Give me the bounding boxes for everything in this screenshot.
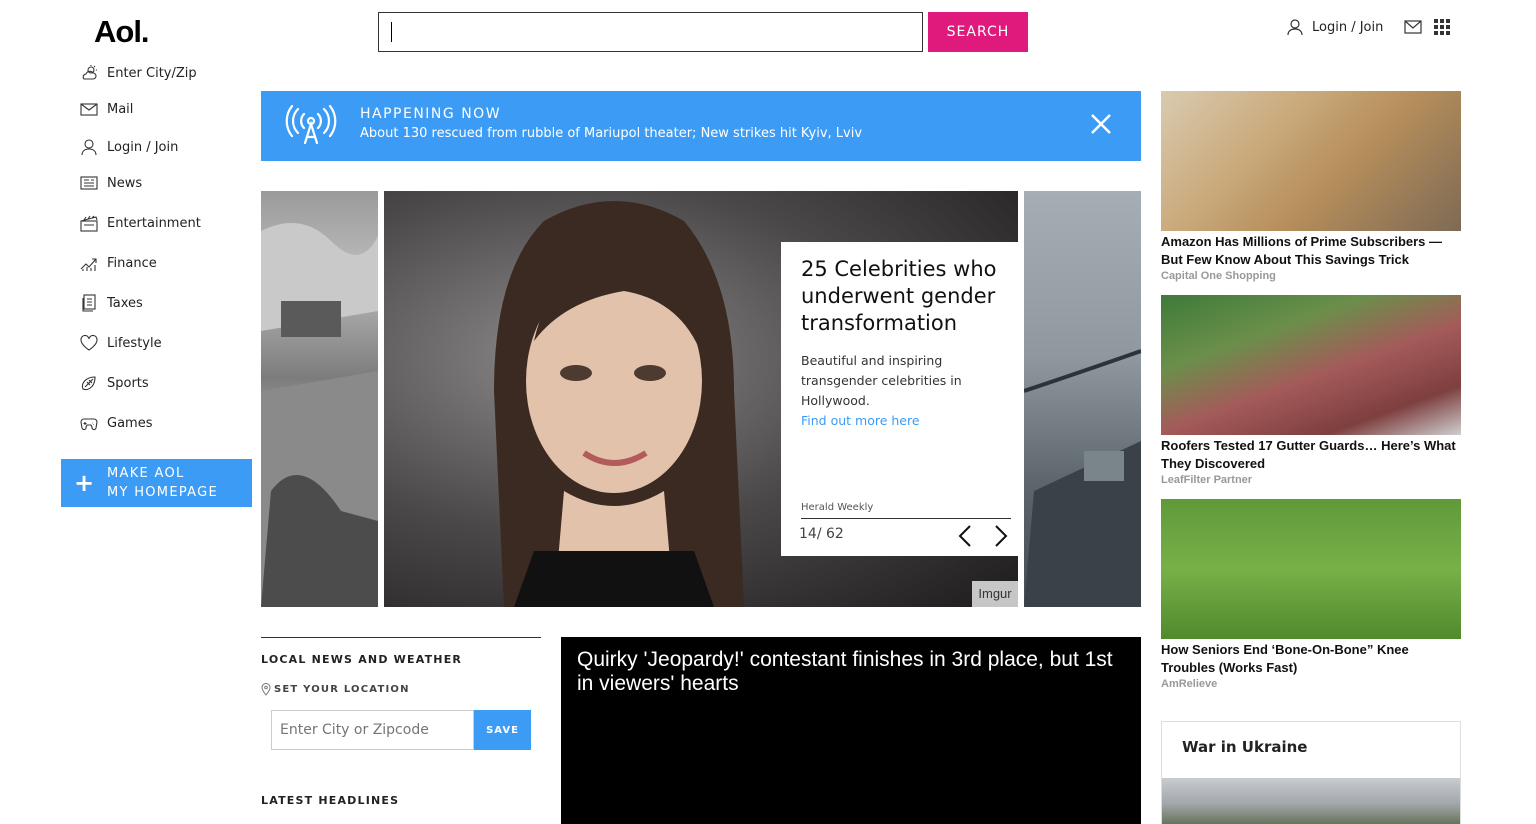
nav-label: Sports: [107, 375, 149, 391]
mail-icon: [80, 103, 98, 116]
mail-icon[interactable]: [1404, 20, 1422, 34]
happening-now-label: HAPPENING NOW: [360, 106, 502, 122]
ad-title[interactable]: How Seniors End ‘Bone-On-Bone” Knee Trou…: [1161, 641, 1461, 677]
ship-image: [1024, 349, 1141, 607]
ad-title[interactable]: Roofers Tested 17 Gutter Guards… Here’s …: [1161, 437, 1461, 473]
sponsored-ad[interactable]: Roofers Tested 17 Gutter Guards… Here’s …: [1161, 295, 1461, 486]
sponsored-ad[interactable]: Amazon Has Millions of Prime Subscribers…: [1161, 91, 1461, 282]
nav-label: Finance: [107, 255, 157, 271]
module-title[interactable]: War in Ukraine: [1182, 738, 1307, 756]
apps-grid-icon[interactable]: [1434, 19, 1450, 35]
search-button[interactable]: SEARCH: [928, 12, 1028, 52]
slideshow-counter: 14/ 62: [799, 526, 844, 542]
nav-item-entertainment[interactable]: Entertainment: [80, 214, 201, 232]
nav-item-weather[interactable]: Enter City/Zip: [80, 64, 197, 82]
ad-source: AmRelieve: [1161, 678, 1218, 690]
slideshow-link[interactable]: Find out more here: [801, 411, 998, 431]
weather-icon: [82, 65, 97, 80]
nav-label: Lifestyle: [107, 335, 162, 351]
video-title[interactable]: Quirky 'Jeopardy!' contestant finishes i…: [577, 648, 1125, 696]
happening-now-banner[interactable]: HAPPENING NOW About 130 rescued from rub…: [261, 91, 1141, 161]
set-location-label: SET YOUR LOCATION: [274, 684, 410, 695]
ad-image[interactable]: [1161, 499, 1461, 639]
location-pin-icon: [261, 683, 271, 696]
nav-item-lifestyle[interactable]: Lifestyle: [80, 334, 162, 352]
divider: [801, 518, 1011, 519]
latest-headlines-heading: LATEST HEADLINES: [261, 794, 400, 807]
clapperboard-icon: [80, 215, 98, 232]
landscape-image: [261, 223, 378, 607]
zipcode-input[interactable]: [271, 710, 474, 750]
ad-image[interactable]: [1161, 91, 1461, 231]
nav-item-news[interactable]: News: [80, 174, 142, 192]
header-login-label: Login / Join: [1312, 19, 1384, 35]
nav-item-sports[interactable]: Sports: [80, 374, 149, 392]
chevron-right-icon[interactable]: [991, 524, 1009, 548]
chevron-left-icon[interactable]: [957, 524, 975, 548]
nav-item-taxes[interactable]: Taxes: [80, 294, 143, 312]
nav-label: Games: [107, 415, 153, 431]
photo-credit: Imgur: [972, 581, 1018, 607]
sponsored-ad[interactable]: How Seniors End ‘Bone-On-Bone” Knee Trou…: [1161, 499, 1461, 690]
gamepad-icon: [80, 418, 98, 431]
nav-label: Taxes: [107, 295, 143, 311]
nav-label: Enter City/Zip: [107, 65, 197, 81]
local-news-heading: LOCAL NEWS AND WEATHER: [261, 653, 463, 666]
ad-source: Capital One Shopping: [1161, 270, 1276, 282]
news-icon: [80, 176, 98, 190]
nav-label: Entertainment: [107, 215, 201, 231]
user-icon: [1287, 19, 1303, 36]
user-icon: [81, 139, 97, 156]
homepage-line1: MAKE AOL: [107, 466, 185, 481]
nav-label: Mail: [107, 101, 134, 117]
text-caret: [391, 22, 392, 42]
close-icon[interactable]: [1089, 112, 1113, 136]
video-player[interactable]: Quirky 'Jeopardy!' contestant finishes i…: [561, 637, 1141, 824]
chart-icon: [80, 258, 97, 271]
slideshow-caption-card: 25 Celebrities who underwent gender tran…: [781, 242, 1018, 556]
nav-label: Login / Join: [107, 139, 179, 155]
war-in-ukraine-module[interactable]: War in Ukraine: [1161, 721, 1461, 824]
nav-item-games[interactable]: Games: [80, 414, 152, 432]
set-location[interactable]: SET YOUR LOCATION: [261, 683, 410, 696]
search-input[interactable]: [379, 13, 922, 51]
nav-item-login[interactable]: Login / Join: [80, 138, 178, 156]
make-homepage-button[interactable]: + MAKE AOL MY HOMEPAGE: [61, 459, 252, 507]
nav-item-mail[interactable]: Mail: [80, 100, 133, 118]
heart-icon: [80, 334, 98, 351]
slideshow-source: Herald Weekly: [801, 502, 874, 513]
slideshow-previous-image[interactable]: [261, 191, 378, 607]
homepage-line2: MY HOMEPAGE: [107, 485, 218, 500]
search-box[interactable]: [378, 12, 923, 52]
ad-image[interactable]: [1161, 295, 1461, 435]
save-button[interactable]: SAVE: [474, 710, 531, 750]
local-news-section: LOCAL NEWS AND WEATHER SET YOUR LOCATION: [261, 637, 541, 696]
ad-title[interactable]: Amazon Has Millions of Prime Subscribers…: [1161, 233, 1461, 269]
slideshow-title[interactable]: 25 Celebrities who underwent gender tran…: [801, 256, 998, 337]
ad-source: LeafFilter Partner: [1161, 474, 1253, 486]
slideshow-next-image[interactable]: [1024, 191, 1141, 607]
broadcast-icon: [285, 105, 337, 145]
nav-label: News: [107, 175, 143, 191]
nav-item-finance[interactable]: Finance: [80, 254, 157, 272]
slideshow-description: Beautiful and inspiring transgender cele…: [801, 353, 962, 408]
plus-icon: +: [73, 469, 95, 497]
header-login[interactable]: Login / Join: [1286, 18, 1383, 36]
happening-now-headline[interactable]: About 130 rescued from rubble of Mariupo…: [360, 126, 862, 141]
module-image[interactable]: [1162, 778, 1460, 824]
aol-logo[interactable]: Aol.: [94, 14, 150, 50]
football-icon: [81, 376, 96, 391]
document-icon: [82, 294, 96, 312]
